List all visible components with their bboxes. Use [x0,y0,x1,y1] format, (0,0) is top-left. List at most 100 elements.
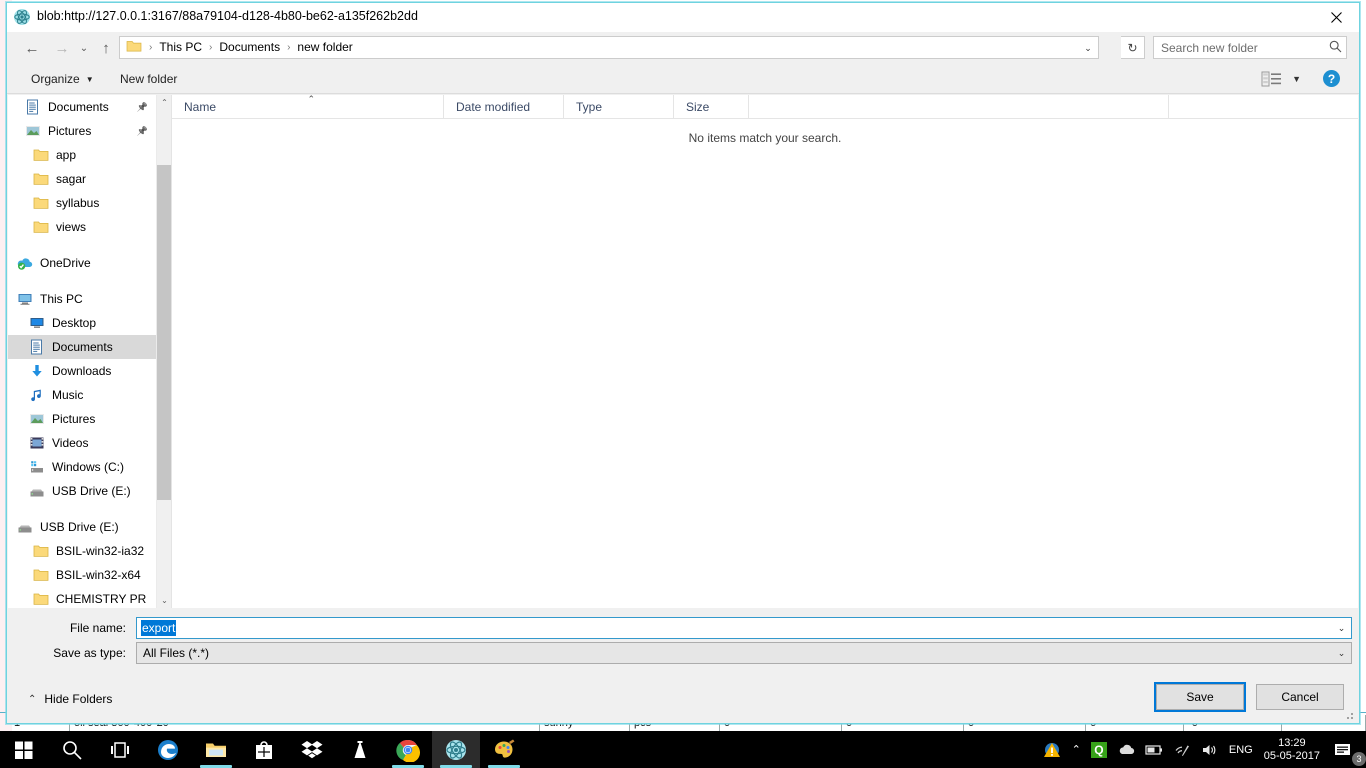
folder-icon [32,567,50,583]
refresh-button[interactable]: ↻ [1121,36,1145,59]
navigation-tree: Documents 📌 Pictures 📌 app sagar syllabus views… [8,95,156,608]
nav-group-spacer [8,239,156,251]
electron-atom-icon [444,738,468,762]
sidebar-item-label: Documents [48,100,109,114]
paint-button[interactable] [480,731,528,768]
column-header-date-modified[interactable]: Date modified [444,95,564,119]
vlc-cone-icon [348,738,372,762]
scroll-up-arrow-icon[interactable]: ⌃ [157,95,171,110]
column-header-label: Size [686,100,710,114]
show-hidden-icons-button[interactable]: ⌃ [1067,731,1086,768]
sidebar-item-music[interactable]: Music [8,383,156,407]
organize-button[interactable]: Organize ▼ [23,64,102,94]
scrollbar-thumb[interactable] [157,165,171,500]
file-name-label: File name: [69,621,126,635]
view-layout-icon[interactable] [1261,70,1283,88]
clock[interactable]: 13:29 05-05-2017 [1258,737,1329,763]
file-name-input[interactable]: export ⌄ [136,617,1352,639]
sidebar-item-videos[interactable]: Videos [8,431,156,455]
sidebar-item-label: CHEMISTRY PR [56,592,147,606]
language-indicator[interactable]: ENG [1224,731,1258,768]
recent-locations-button[interactable]: ⌄ [75,37,93,59]
sidebar-item-onedrive[interactable]: OneDrive [8,251,156,275]
address-bar[interactable]: › This PC › Documents › new folder ⌄ [119,36,1099,59]
sidebar-item-label: sagar [56,172,87,186]
save-as-type-select[interactable]: All Files (*.*) ⌄ [136,642,1352,664]
file-name-row: File name: export ⌄ [8,617,1358,639]
sidebar-item-chemistry-pr[interactable]: CHEMISTRY PR [8,587,156,608]
chrome-button[interactable] [384,731,432,768]
search-input[interactable]: Search new folder [1154,41,1324,55]
column-header-blank[interactable] [749,95,1169,119]
cancel-button[interactable]: Cancel [1256,684,1344,710]
sidebar-item-app[interactable]: app [8,143,156,167]
sidebar-item-syllabus[interactable]: syllabus [8,191,156,215]
document-icon [28,339,46,355]
column-header-size[interactable]: Size [674,95,749,119]
sidebar-item-label: syllabus [56,196,100,210]
sidebar-item-views[interactable]: views [8,215,156,239]
forward-button[interactable]: → [49,37,75,59]
start-button[interactable] [0,731,48,768]
taskbar: ⌃ Q ENG 13:29 05-05-2017 3 [0,731,1366,768]
sidebar-item-sagar[interactable]: sagar [8,167,156,191]
notification-bubble-icon[interactable]: 3 [1329,731,1366,768]
up-button[interactable]: ↑ [95,37,117,59]
address-dropdown-button[interactable]: ⌄ [1079,38,1097,59]
pin-icon[interactable]: 📌 [137,126,156,137]
sidebar-item-usb-drive-e[interactable]: USB Drive (E:) [8,515,156,539]
pin-icon[interactable]: 📌 [137,102,156,113]
dropbox-button[interactable] [288,731,336,768]
edge-button[interactable] [144,731,192,768]
sidebar-item-documents[interactable]: Documents 📌 [8,95,156,119]
onedrive-cloud-icon[interactable] [1112,731,1140,768]
sidebar-item-label: USB Drive (E:) [52,484,131,498]
sidebar-item-usb-drive-e[interactable]: USB Drive (E:) [8,479,156,503]
file-name-dropdown-caret-icon[interactable]: ⌄ [1333,619,1350,637]
organize-label: Organize [31,72,80,86]
security-warning-icon[interactable] [1037,731,1067,768]
view-dropdown-caret-icon[interactable]: ▼ [1292,74,1301,84]
save-as-type-caret-icon[interactable]: ⌄ [1333,644,1350,662]
navigation-pane-scrollbar[interactable]: ⌃ ⌄ [156,95,171,608]
close-button[interactable] [1313,3,1359,32]
task-view-button[interactable] [96,731,144,768]
hide-folders-button[interactable]: ⌃ Hide Folders [28,692,112,706]
sidebar-item-bsil-win32-x64[interactable]: BSIL-win32-x64 [8,563,156,587]
store-button[interactable] [240,731,288,768]
speaker-icon[interactable] [1196,731,1224,768]
vlc-button[interactable] [336,731,384,768]
file-explorer-button[interactable] [192,731,240,768]
search-box[interactable]: Search new folder [1153,36,1347,59]
electron-button[interactable] [432,731,480,768]
battery-icon[interactable] [1140,731,1168,768]
sidebar-item-bsil-win32-ia32[interactable]: BSIL-win32-ia32 [8,539,156,563]
sidebar-item-documents[interactable]: Documents [8,335,156,359]
sidebar-item-label: Desktop [52,316,97,330]
sidebar-item-this-pc[interactable]: This PC [8,287,156,311]
save-button[interactable]: Save [1156,684,1244,710]
quick-heal-icon[interactable]: Q [1086,731,1112,768]
column-header-type[interactable]: Type [564,95,674,119]
wifi-icon[interactable] [1168,731,1196,768]
scroll-down-arrow-icon[interactable]: ⌄ [157,593,171,608]
breadcrumb-separator-1: › [209,42,213,53]
sidebar-item-pictures[interactable]: Pictures [8,407,156,431]
sidebar-item-label: Pictures [48,124,92,138]
sidebar-item-label: Videos [52,436,89,450]
sidebar-item-windows-c[interactable]: Windows (C:) [8,455,156,479]
breadcrumb-item-1[interactable]: Documents [217,37,282,58]
sidebar-item-desktop[interactable]: Desktop [8,311,156,335]
search-button[interactable] [48,731,96,768]
new-folder-button[interactable]: New folder [112,64,185,94]
sidebar-item-pictures[interactable]: Pictures 📌 [8,119,156,143]
breadcrumb-item-0[interactable]: This PC [157,37,204,58]
resize-grip[interactable] [1343,709,1355,721]
sort-ascending-icon: ⌃ [307,94,316,104]
column-header-name[interactable]: Name ⌃ [172,94,444,119]
sidebar-item-downloads[interactable]: Downloads [8,359,156,383]
help-question-icon[interactable]: ? [1322,69,1341,88]
back-button[interactable]: ← [19,37,45,59]
dialog-title-bar: blob:http://127.0.0.1:3167/88a79104-d128… [7,3,1359,32]
breadcrumb-item-2[interactable]: new folder [295,37,354,58]
